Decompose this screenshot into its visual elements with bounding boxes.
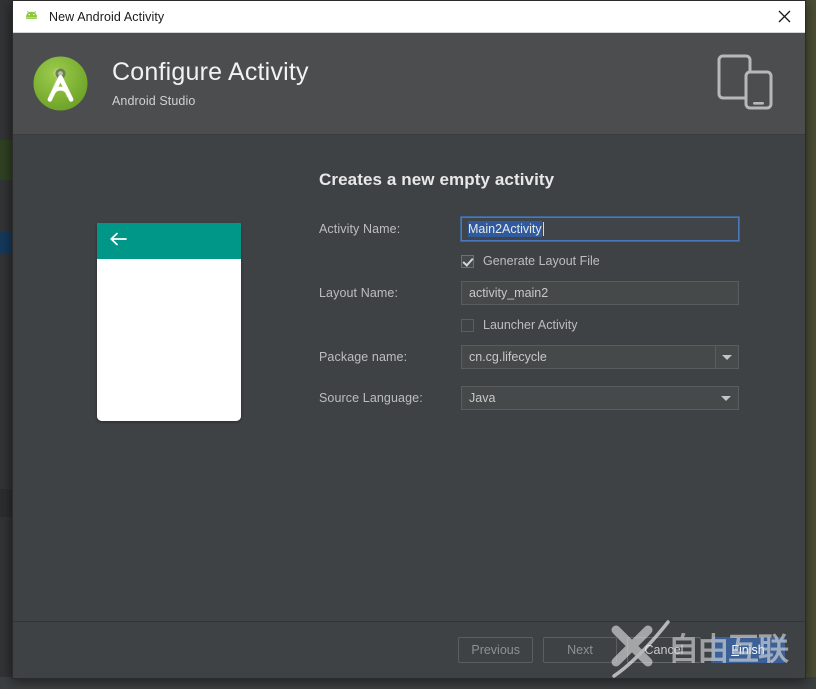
finish-button[interactable]: Finish bbox=[711, 637, 785, 663]
activity-name-label: Activity Name: bbox=[319, 222, 401, 236]
android-bugdroid-icon bbox=[23, 8, 40, 25]
tablet-and-phone-icon bbox=[717, 50, 775, 117]
configure-activity-form: Creates a new empty activity Activity Na… bbox=[307, 135, 805, 410]
generate-layout-file-label: Generate Layout File bbox=[483, 254, 600, 268]
preview-appbar bbox=[97, 223, 241, 259]
generate-layout-file-row[interactable]: Generate Layout File bbox=[307, 249, 805, 273]
previous-button[interactable]: Previous bbox=[458, 637, 533, 663]
finish-label-rest: inish bbox=[738, 643, 765, 657]
text-caret bbox=[542, 222, 544, 236]
source-language-row: Source Language: Java bbox=[307, 386, 805, 410]
package-name-label: Package name: bbox=[319, 350, 408, 364]
package-name-combobox[interactable]: cn.cg.lifecycle bbox=[461, 345, 739, 369]
source-language-combobox[interactable]: Java bbox=[461, 386, 739, 410]
dialog-header: Configure Activity Android Studio bbox=[13, 33, 805, 135]
package-name-value: cn.cg.lifecycle bbox=[469, 350, 547, 364]
cancel-button[interactable]: Cancel bbox=[627, 637, 701, 663]
dialog-titlebar: New Android Activity bbox=[13, 1, 805, 33]
package-name-row: Package name: cn.cg.lifecycle bbox=[307, 345, 805, 369]
next-button[interactable]: Next bbox=[543, 637, 617, 663]
layout-name-input[interactable]: activity_main2 bbox=[461, 281, 739, 305]
launcher-activity-label: Launcher Activity bbox=[483, 318, 578, 332]
launcher-activity-checkbox[interactable] bbox=[461, 318, 474, 332]
layout-name-value: activity_main2 bbox=[469, 286, 549, 300]
activity-preview bbox=[97, 223, 241, 421]
preview-content-area bbox=[97, 259, 241, 421]
generate-layout-file-checkbox[interactable] bbox=[461, 254, 474, 268]
header-subtitle: Android Studio bbox=[112, 93, 196, 108]
layout-name-label: Layout Name: bbox=[319, 286, 399, 300]
section-title: Creates a new empty activity bbox=[319, 170, 555, 189]
back-arrow-icon bbox=[109, 232, 127, 251]
chevron-down-icon[interactable] bbox=[714, 387, 738, 409]
header-title: Configure Activity bbox=[112, 58, 309, 87]
finish-mnemonic: F bbox=[731, 643, 739, 657]
source-language-label: Source Language: bbox=[319, 391, 423, 405]
dialog-body: Creates a new empty activity Activity Na… bbox=[13, 135, 805, 621]
close-icon[interactable] bbox=[767, 2, 801, 31]
header-text-group: Configure Activity Android Studio bbox=[112, 59, 717, 108]
dialog-title: New Android Activity bbox=[49, 9, 165, 24]
launcher-activity-row[interactable]: Launcher Activity bbox=[307, 313, 805, 337]
layout-name-row: Layout Name: activity_main2 bbox=[307, 281, 805, 305]
activity-name-value: Main2Activity bbox=[468, 221, 542, 237]
dialog-footer: Previous Next Cancel Finish bbox=[13, 622, 805, 678]
source-language-value: Java bbox=[469, 391, 496, 405]
android-studio-logo-icon bbox=[31, 54, 90, 113]
new-android-activity-dialog: New Android Activity Configure Activity … bbox=[12, 0, 806, 679]
activity-name-input[interactable]: Main2Activity bbox=[460, 216, 740, 242]
chevron-down-icon[interactable] bbox=[715, 346, 738, 368]
activity-name-row: Activity Name: Main2Activity bbox=[307, 216, 805, 242]
